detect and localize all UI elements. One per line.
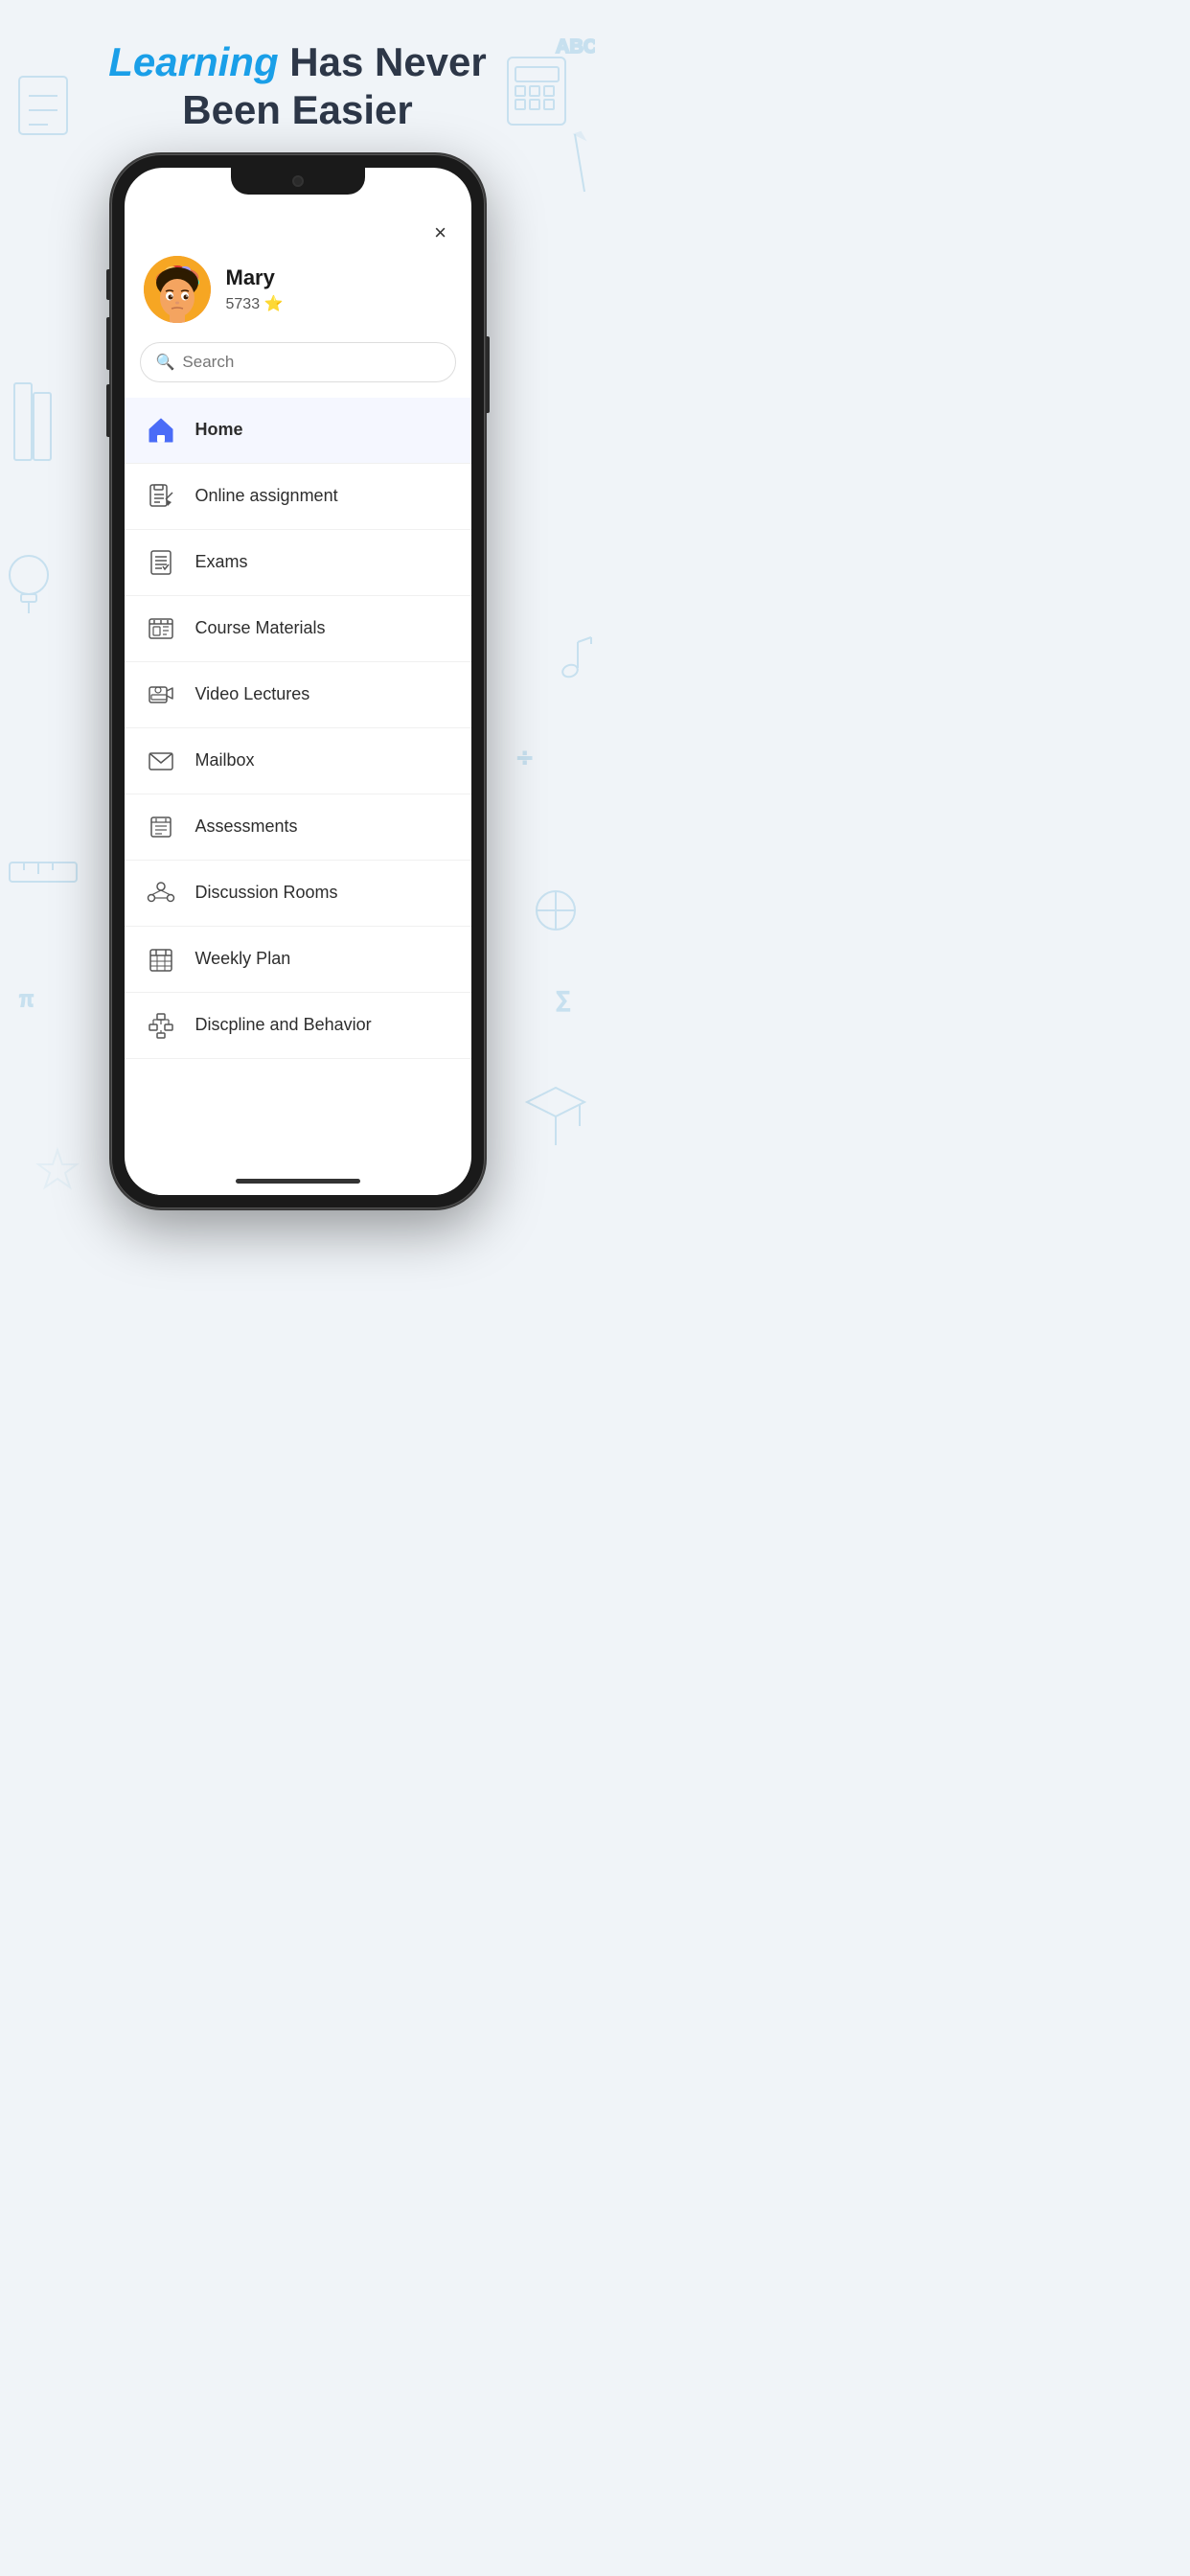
camera (292, 175, 304, 187)
video-lectures-icon (144, 678, 178, 712)
search-icon: 🔍 (156, 353, 175, 372)
weekly-plan-icon (144, 942, 178, 977)
svg-text:ABC: ABC (556, 36, 595, 58)
menu-list: Home (125, 398, 471, 1168)
phone-frame: × (111, 154, 485, 1208)
header: Learning Has Never Been Easier (108, 38, 487, 135)
home-bar (125, 1168, 471, 1195)
volume-down-button (106, 384, 110, 437)
screen-content: × (125, 168, 471, 1195)
close-button-area: × (125, 210, 471, 248)
search-bar[interactable]: 🔍 (140, 342, 456, 382)
menu-label-home: Home (195, 420, 243, 440)
avatar (144, 256, 211, 323)
menu-label-course-materials: Course Materials (195, 618, 326, 638)
mailbox-icon (144, 744, 178, 778)
menu-item-weekly-plan[interactable]: Weekly Plan (125, 927, 471, 993)
power-button (486, 336, 490, 413)
phone-screen: × (125, 168, 471, 1195)
menu-label-discipline-behavior: Discpline and Behavior (195, 1015, 372, 1035)
assessments-icon (144, 810, 178, 844)
user-info: Mary 5733 ⭐ (226, 265, 284, 313)
search-input[interactable] (182, 353, 439, 372)
user-points: 5733 ⭐ (226, 294, 284, 313)
menu-item-discussion-rooms[interactable]: Discussion Rooms (125, 861, 471, 927)
user-profile: Mary 5733 ⭐ (125, 248, 471, 338)
user-name: Mary (226, 265, 284, 290)
header-rest: Has Never (279, 39, 487, 84)
notch (231, 168, 365, 195)
svg-text:÷: ÷ (517, 743, 532, 772)
header-highlight: Learning (108, 39, 278, 84)
svg-text:∑: ∑ (556, 987, 571, 1011)
menu-item-mailbox[interactable]: Mailbox (125, 728, 471, 794)
course-materials-icon (144, 611, 178, 646)
menu-label-online-assignment: Online assignment (195, 486, 338, 506)
home-indicator (236, 1179, 360, 1184)
menu-label-weekly-plan: Weekly Plan (195, 949, 291, 969)
header-line2: Been Easier (182, 87, 412, 132)
menu-item-video-lectures[interactable]: Video Lectures (125, 662, 471, 728)
online-assignment-icon (144, 479, 178, 514)
menu-item-course-materials[interactable]: Course Materials (125, 596, 471, 662)
discussion-rooms-icon (144, 876, 178, 910)
menu-item-assessments[interactable]: Assessments (125, 794, 471, 861)
menu-label-discussion-rooms: Discussion Rooms (195, 883, 338, 903)
mute-button (106, 269, 110, 300)
menu-item-discipline-behavior[interactable]: Discpline and Behavior (125, 993, 471, 1059)
discipline-behavior-icon (144, 1008, 178, 1043)
menu-item-home[interactable]: Home (125, 398, 471, 464)
menu-item-online-assignment[interactable]: Online assignment (125, 464, 471, 530)
menu-label-mailbox: Mailbox (195, 750, 255, 770)
svg-text:π: π (19, 987, 34, 1011)
volume-up-button (106, 317, 110, 370)
menu-item-exams[interactable]: Exams (125, 530, 471, 596)
exams-icon (144, 545, 178, 580)
menu-label-assessments: Assessments (195, 816, 298, 837)
menu-label-exams: Exams (195, 552, 248, 572)
close-button[interactable]: × (425, 218, 456, 248)
home-icon (144, 413, 178, 448)
menu-label-video-lectures: Video Lectures (195, 684, 310, 704)
